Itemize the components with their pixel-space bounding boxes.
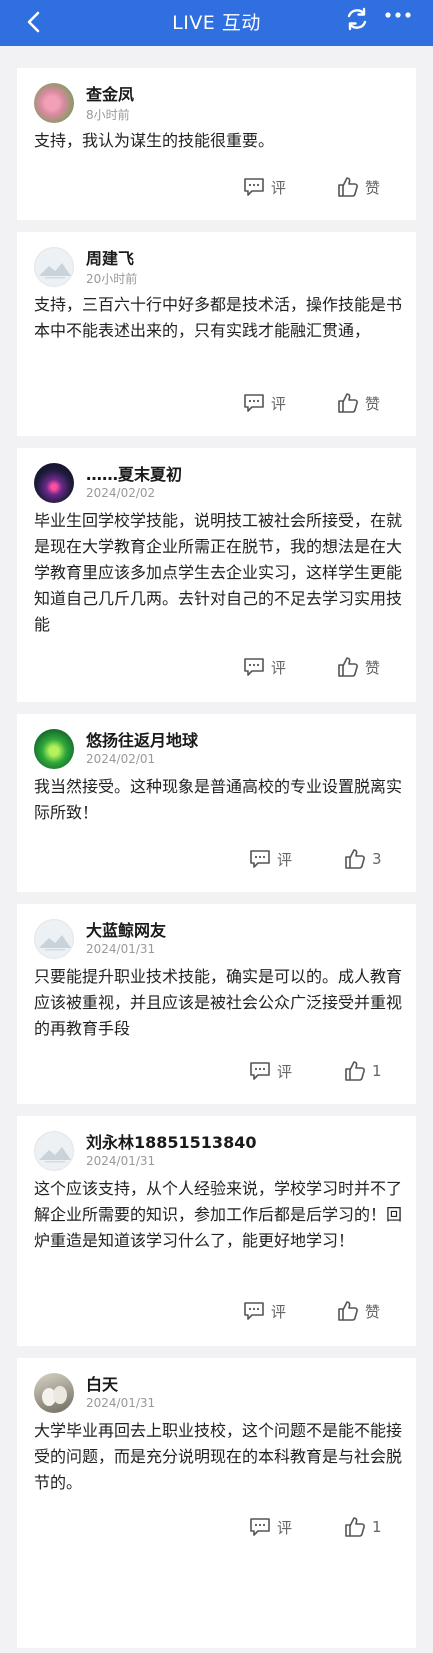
reply-button[interactable]: 评 [249,844,292,874]
comment-bubble-icon [244,1302,264,1320]
user-name[interactable]: 周建飞 [86,245,134,269]
refresh-icon[interactable] [343,5,371,33]
user-avatar[interactable] [34,83,74,123]
reply-label: 评 [271,1302,287,1321]
like-button[interactable]: 赞 [337,172,380,202]
comment-text: 毕业生回学校学技能，说明技工被社会所接受，在就是现在大学教育企业所需正在脱节，我… [34,511,403,634]
comment-card: 白天 2024/01/31 大学毕业再回去上职业技校，这个问题不是能不能接受的问… [17,1358,416,1648]
like-count: 1 [372,1062,382,1080]
comment-actions: 评 赞 [17,652,416,682]
reply-button[interactable]: 评 [243,652,286,682]
thumbs-up-icon [345,1517,365,1537]
comment-text: 这个应该支持，从个人经验来说，学校学习时并不了解企业所需要的知识，参加工作后都是… [34,1179,403,1250]
comment-actions: 评 赞 [17,172,416,202]
user-avatar[interactable] [34,463,74,503]
user-avatar[interactable] [34,1131,74,1171]
comment-card: 刘永林18851513840 2024/01/31 这个应该支持，从个人经验来说… [17,1116,416,1346]
comment-actions: 评 赞 [17,1296,416,1326]
reply-button[interactable]: 评 [249,1056,292,1086]
like-label: 赞 [365,658,381,677]
post-time: 8小时前 [86,108,130,122]
reply-label: 评 [277,1518,293,1537]
reply-label: 评 [271,658,287,677]
comment-bubble-icon [244,394,264,412]
user-name[interactable]: 查金凤 [86,81,134,105]
thumbs-up-icon [338,1301,358,1321]
reply-label: 评 [277,1062,293,1081]
comment-card: 周建飞 20小时前 支持，三百六十行中好多都是技术活，操作技能是书本中不能表述出… [17,232,416,436]
top-bar: LIVE 互动 [0,0,433,46]
default-avatar-icon [39,263,71,279]
comment-text: 支持，我认为谋生的技能很重要。 [34,131,275,150]
user-name[interactable]: 白天 [86,1371,118,1395]
user-name[interactable]: 悠扬往返月地球 [86,727,198,751]
like-count: 1 [372,1518,382,1536]
like-button[interactable]: 1 [344,1512,382,1542]
comment-bubble-icon [244,658,264,676]
like-button[interactable]: 赞 [337,1296,380,1326]
user-name[interactable]: ……夏末夏初 [86,461,182,485]
comment-actions: 评 1 [17,1512,416,1542]
comment-card: 大蓝鲸网友 2024/01/31 只要能提升职业技术技能，确实是可以的。成人教育… [17,904,416,1104]
comment-bubble-icon [250,850,270,868]
birds-avatar-icon [42,1386,67,1406]
comment-card: ……夏末夏初 2024/02/02 毕业生回学校学技能，说明技工被社会所接受，在… [17,448,416,702]
comment-actions: 评 3 [17,844,416,874]
comment-text: 只要能提升职业技术技能，确实是可以的。成人教育应该被重视，并且应该是被社会公众广… [34,967,403,1038]
comment-text: 大学毕业再回去上职业技校，这个问题不是能不能接受的问题，而是充分说明现在的本科教… [34,1421,403,1492]
post-time: 2024/01/31 [86,1396,156,1410]
default-avatar-icon [39,935,71,951]
reply-button[interactable]: 评 [243,388,286,418]
user-avatar[interactable] [34,919,74,959]
user-avatar[interactable] [34,1373,74,1413]
comment-text: 我当然接受。这种现象是普通高校的专业设置脱离实际所致！ [34,777,403,822]
reply-button[interactable]: 评 [243,1296,286,1326]
like-label: 赞 [365,394,381,413]
like-count: 3 [372,850,382,868]
comment-bubble-icon [250,1518,270,1536]
user-avatar[interactable] [34,729,74,769]
like-label: 赞 [365,178,381,197]
thumbs-up-icon [338,393,358,413]
like-button[interactable]: 1 [344,1056,382,1086]
comment-bubble-icon [244,178,264,196]
reply-button[interactable]: 评 [243,172,286,202]
like-button[interactable]: 赞 [337,388,380,418]
comment-card: 悠扬往返月地球 2024/02/01 我当然接受。这种现象是普通高校的专业设置脱… [17,714,416,892]
reply-label: 评 [271,394,287,413]
like-button[interactable]: 3 [344,844,382,874]
more-options-icon[interactable] [383,4,413,26]
thumbs-up-icon [338,657,358,677]
post-time: 2024/01/31 [86,942,156,956]
thumbs-up-icon [338,177,358,197]
comment-text: 支持，三百六十行中好多都是技术活，操作技能是书本中不能表述出来的，只有实践才能融… [34,295,403,340]
user-name[interactable]: 大蓝鲸网友 [86,917,166,941]
reply-label: 评 [277,850,293,869]
reply-button[interactable]: 评 [249,1512,292,1542]
post-time: 2024/02/01 [86,752,156,766]
post-time: 2024/01/31 [86,1154,156,1168]
comment-bubble-icon [250,1062,270,1080]
comment-actions: 评 1 [17,1056,416,1086]
comment-card: 查金凤 8小时前 支持，我认为谋生的技能很重要。 评 赞 [17,68,416,220]
user-name[interactable]: 刘永林18851513840 [86,1129,256,1153]
post-time: 2024/02/02 [86,486,156,500]
user-avatar[interactable] [34,247,74,287]
thumbs-up-icon [345,1061,365,1081]
default-avatar-icon [39,1147,71,1163]
comment-actions: 评 赞 [17,388,416,418]
like-button[interactable]: 赞 [337,652,380,682]
like-label: 赞 [365,1302,381,1321]
thumbs-up-icon [345,849,365,869]
post-time: 20小时前 [86,272,138,286]
reply-label: 评 [271,178,287,197]
